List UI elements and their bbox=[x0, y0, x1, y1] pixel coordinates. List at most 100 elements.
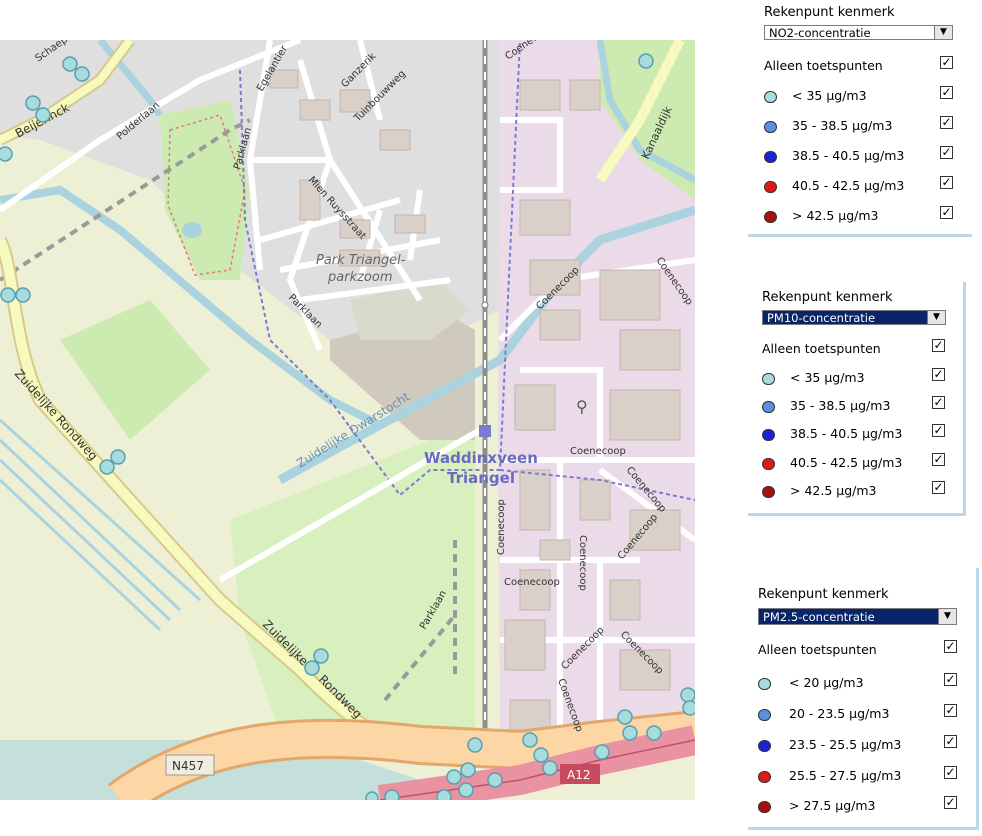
label-park-triangel-1: Park Triangel- bbox=[316, 253, 406, 268]
legend-dot-icon bbox=[764, 211, 777, 223]
legend-checkbox[interactable]: ✓ bbox=[932, 424, 945, 437]
label-station-1: Waddinxveen bbox=[424, 449, 538, 467]
calculation-point[interactable] bbox=[365, 791, 379, 800]
legend-checkbox[interactable]: ✓ bbox=[944, 673, 957, 686]
filter-checkbox[interactable]: ✓ bbox=[932, 339, 945, 352]
calculation-point[interactable] bbox=[458, 782, 474, 798]
chevron-down-icon[interactable]: ▼ bbox=[927, 311, 945, 324]
legend-checkbox[interactable]: ✓ bbox=[932, 481, 945, 494]
station-marker[interactable] bbox=[479, 425, 491, 437]
calculation-point[interactable] bbox=[467, 737, 483, 753]
calculation-point[interactable] bbox=[0, 146, 13, 162]
legend-label: > 42.5 µg/m3 bbox=[792, 208, 879, 223]
attribute-select-value: PM10-concentratie bbox=[767, 311, 876, 325]
legend-label: 20 - 23.5 µg/m3 bbox=[789, 706, 890, 721]
filter-label: Alleen toetspunten bbox=[758, 642, 877, 657]
legend-label: 23.5 - 25.5 µg/m3 bbox=[789, 737, 902, 752]
label-park-triangel-2: parkzoom bbox=[327, 270, 393, 285]
calculation-point[interactable] bbox=[446, 769, 462, 785]
calculation-point[interactable] bbox=[460, 762, 476, 778]
legend-label: < 20 µg/m3 bbox=[789, 675, 864, 690]
legend-label: < 35 µg/m3 bbox=[790, 370, 865, 385]
legend-checkbox[interactable]: ✓ bbox=[944, 704, 957, 717]
attribute-select[interactable]: PM10-concentratie ▼ bbox=[762, 310, 946, 325]
panel-shadow-right bbox=[963, 282, 966, 516]
calculation-point[interactable] bbox=[35, 107, 51, 123]
label-coenecoop-8: Coenecoop bbox=[504, 577, 560, 588]
legend-checkbox[interactable]: ✓ bbox=[932, 396, 945, 409]
legend-checkbox[interactable]: ✓ bbox=[944, 766, 957, 779]
legend-dot-icon bbox=[764, 121, 777, 133]
legend-label: 40.5 - 42.5 µg/m3 bbox=[790, 455, 903, 470]
calculation-point[interactable] bbox=[74, 66, 90, 82]
legend-label: > 42.5 µg/m3 bbox=[790, 483, 877, 498]
legend-checkbox[interactable]: ✓ bbox=[940, 86, 953, 99]
legend-checkbox[interactable]: ✓ bbox=[932, 453, 945, 466]
legend-checkbox[interactable]: ✓ bbox=[940, 176, 953, 189]
legend-dot-icon bbox=[762, 373, 775, 385]
calculation-point[interactable] bbox=[384, 789, 400, 800]
railway-halt bbox=[481, 301, 489, 309]
legend-dot-icon bbox=[762, 429, 775, 441]
calculation-point[interactable] bbox=[487, 772, 503, 788]
calculation-point[interactable] bbox=[62, 56, 78, 72]
legend-checkbox[interactable]: ✓ bbox=[944, 796, 957, 809]
label-coenecoop-6: Coenecoop bbox=[496, 499, 507, 555]
calculation-point[interactable] bbox=[304, 660, 320, 676]
legend-checkbox[interactable]: ✓ bbox=[944, 735, 957, 748]
calculation-point[interactable] bbox=[622, 725, 638, 741]
legend-label: 40.5 - 42.5 µg/m3 bbox=[792, 178, 905, 193]
panel-shadow-bottom bbox=[748, 827, 979, 830]
legend-checkbox[interactable]: ✓ bbox=[940, 146, 953, 159]
legend-item: 40.5 - 42.5 µg/m3 ✓ bbox=[748, 176, 972, 196]
legend-checkbox[interactable]: ✓ bbox=[940, 206, 953, 219]
calculation-point[interactable] bbox=[313, 648, 329, 664]
legend-item: 25.5 - 27.5 µg/m3 ✓ bbox=[748, 766, 976, 786]
legend-label: 35 - 38.5 µg/m3 bbox=[792, 118, 893, 133]
filter-checkbox[interactable]: ✓ bbox=[940, 56, 953, 69]
calculation-point[interactable] bbox=[594, 744, 610, 760]
legend-item: > 42.5 µg/m3 ✓ bbox=[748, 206, 972, 226]
calculation-point[interactable] bbox=[436, 789, 452, 800]
map[interactable]: ⚲ Schaepm Beijerinck Polderlaan Egelanti… bbox=[0, 40, 695, 800]
attribute-select-value: NO2-concentratie bbox=[769, 26, 871, 40]
calculation-point[interactable] bbox=[638, 53, 654, 69]
calculation-point[interactable] bbox=[522, 732, 538, 748]
legend-item: 35 - 38.5 µg/m3 ✓ bbox=[748, 116, 972, 136]
attribute-select[interactable]: PM2.5-concentratie ▼ bbox=[758, 608, 957, 625]
pond bbox=[182, 222, 202, 238]
label-a12: A12 bbox=[567, 768, 590, 782]
legend-panel-pm25: Rekenpunt kenmerk PM2.5-concentratie ▼ A… bbox=[748, 568, 976, 830]
legend-checkbox[interactable]: ✓ bbox=[940, 116, 953, 129]
calculation-point[interactable] bbox=[15, 287, 31, 303]
legend-dot-icon bbox=[758, 771, 771, 783]
label-coenecoop-7: Coenecoop bbox=[577, 535, 588, 591]
calculation-point[interactable] bbox=[682, 700, 695, 716]
calculation-point[interactable] bbox=[617, 709, 633, 725]
chevron-down-icon[interactable]: ▼ bbox=[934, 26, 952, 39]
legend-checkbox[interactable]: ✓ bbox=[932, 368, 945, 381]
chevron-down-icon[interactable]: ▼ bbox=[938, 609, 956, 624]
legend-item: < 20 µg/m3 ✓ bbox=[748, 673, 976, 693]
legend-item: 38.5 - 40.5 µg/m3 ✓ bbox=[748, 424, 964, 444]
legend-dot-icon bbox=[758, 709, 771, 721]
legend-dot-icon bbox=[764, 91, 777, 103]
calculation-point[interactable] bbox=[646, 725, 662, 741]
calculation-point[interactable] bbox=[99, 459, 115, 475]
legend-dot-icon bbox=[758, 740, 771, 752]
calculation-point[interactable] bbox=[680, 687, 695, 703]
calculation-point[interactable] bbox=[110, 449, 126, 465]
calculation-point[interactable] bbox=[542, 760, 558, 776]
legend-dot-icon bbox=[762, 401, 775, 413]
attribute-select[interactable]: NO2-concentratie ▼ bbox=[764, 25, 953, 40]
calculation-point[interactable] bbox=[0, 287, 16, 303]
legend-panel-pm10: Rekenpunt kenmerk PM10-concentratie ▼ Al… bbox=[748, 282, 964, 516]
calculation-point[interactable] bbox=[533, 747, 549, 763]
calculation-point[interactable] bbox=[25, 95, 41, 111]
filter-checkbox[interactable]: ✓ bbox=[944, 640, 957, 653]
filter-label: Alleen toetspunten bbox=[762, 341, 881, 356]
legend-dot-icon bbox=[758, 678, 771, 690]
filter-row: Alleen toetspunten ✓ bbox=[748, 640, 976, 660]
legend-dot-icon bbox=[762, 486, 775, 498]
panel-shadow-right bbox=[976, 568, 979, 830]
